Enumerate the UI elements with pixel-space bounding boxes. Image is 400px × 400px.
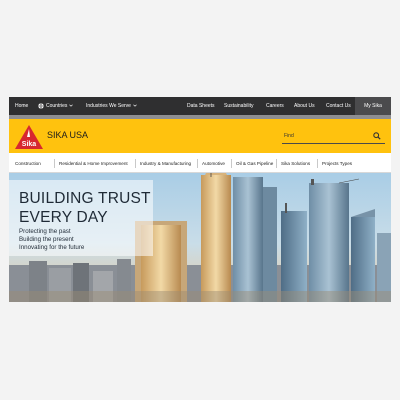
site-brand[interactable]: SIKA USA: [47, 130, 88, 140]
nav-industries-label: Industries We Serve: [86, 103, 131, 109]
divider: [54, 159, 55, 168]
divider: [135, 159, 136, 168]
hero-tagline-3: Innovating for the future: [19, 244, 85, 251]
nav-contact[interactable]: Contact Us: [326, 97, 351, 115]
divider: [231, 159, 232, 168]
search-icon[interactable]: [373, 132, 381, 140]
chevron-down-icon: [133, 104, 137, 107]
nav-industries[interactable]: Industries We Serve: [86, 97, 137, 115]
nav-countries[interactable]: Countries: [38, 97, 74, 115]
divider: [317, 159, 318, 168]
category-project-types[interactable]: Projects Types: [322, 155, 352, 172]
hero-title-line-1: BUILDING TRUST: [19, 190, 151, 207]
category-industry[interactable]: Industry & Manufacturing: [140, 155, 191, 172]
hero-title: BUILDING TRUST EVERY DAY: [19, 189, 151, 227]
nav-sustainability[interactable]: Sustainability: [224, 97, 253, 115]
nav-home[interactable]: Home: [15, 97, 28, 115]
hero-tagline-2: Building the present: [19, 236, 74, 243]
category-automotive[interactable]: Automotive: [202, 155, 225, 172]
category-sika-solutions[interactable]: Sika Solutions: [281, 155, 310, 172]
sika-logo[interactable]: Sika: [15, 125, 43, 149]
category-construction[interactable]: Construction: [15, 155, 41, 172]
browser-viewport: Home Countries Industries We Serve Data …: [9, 97, 391, 302]
globe-icon: [38, 102, 44, 109]
nav-data-sheets[interactable]: Data Sheets: [187, 97, 215, 115]
category-residential[interactable]: Residential & Home Improvement: [59, 155, 128, 172]
divider: [197, 159, 198, 168]
top-navigation: Home Countries Industries We Serve Data …: [9, 97, 391, 115]
category-oil-gas[interactable]: Oil & Gas Pipeline: [236, 155, 273, 172]
hero-banner: BUILDING TRUST EVERY DAY Protecting the …: [9, 173, 391, 302]
site-header: Sika SIKA USA: [9, 119, 391, 153]
nav-careers[interactable]: Careers: [266, 97, 284, 115]
nav-countries-label: Countries: [46, 103, 68, 109]
category-navigation: Construction Residential & Home Improvem…: [9, 155, 391, 173]
search-box: [282, 129, 385, 144]
divider: [276, 159, 277, 168]
chevron-down-icon: [69, 104, 74, 107]
hero-title-line-2: EVERY DAY: [19, 209, 108, 226]
nav-my-sika[interactable]: My Sika: [355, 97, 391, 115]
nav-about[interactable]: About Us: [294, 97, 315, 115]
search-input[interactable]: [284, 129, 368, 143]
hero-tagline-1: Protecting the past: [19, 228, 71, 235]
logo-text: Sika: [22, 141, 37, 148]
